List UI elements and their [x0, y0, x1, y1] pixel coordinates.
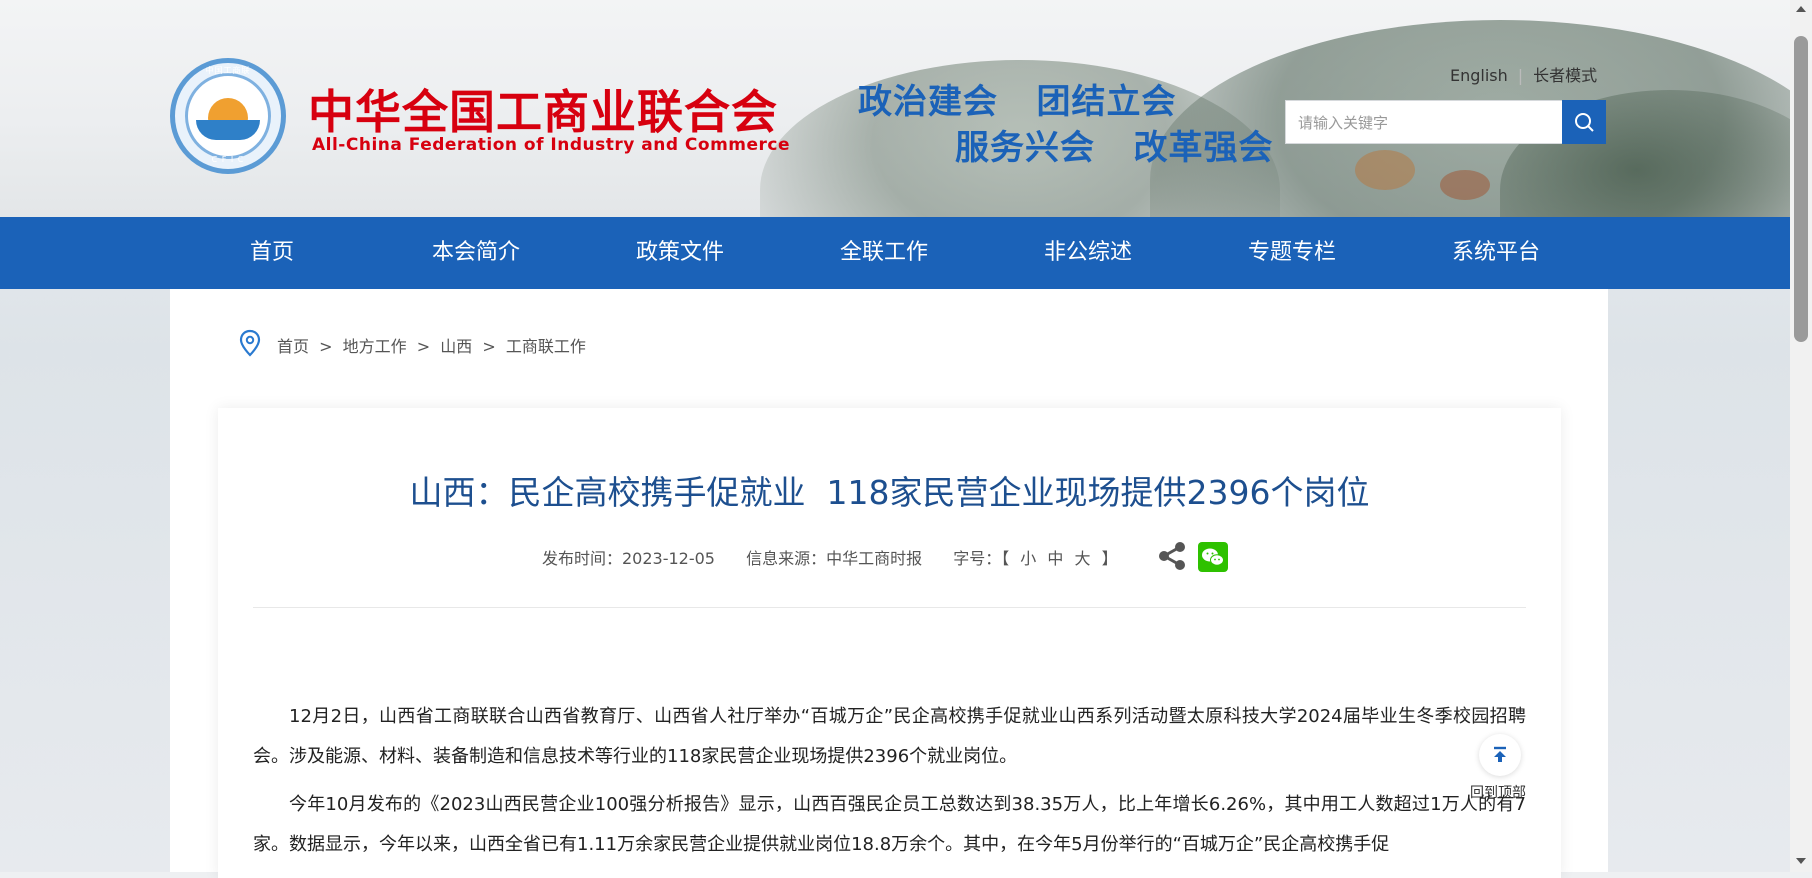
share-icon[interactable] [1156, 540, 1188, 572]
nav-item-home[interactable]: 首页 [250, 217, 294, 289]
nav-item-work[interactable]: 全联工作 [840, 217, 928, 289]
font-size-label: 字号： [953, 549, 1002, 568]
article-paragraph-1: 12月2日，山西省工商联联合山西省教育厅、山西省人社厅举办“百城万企”民企高校携… [253, 706, 1526, 767]
scroll-up-arrow-icon[interactable] [1796, 6, 1806, 12]
breadcrumb-home[interactable]: 首页 [277, 337, 309, 356]
search-input[interactable]: 请输入关键字 [1285, 100, 1563, 144]
breadcrumb-separator: > [482, 337, 496, 356]
breadcrumb-shanxi[interactable]: 山西 [440, 337, 472, 356]
title-divider [253, 607, 1526, 608]
font-size-switcher[interactable]: 【 小 中 大 】 [1001, 549, 1120, 568]
elderly-mode-link[interactable]: 长者模式 [1533, 66, 1597, 85]
nav-item-about[interactable]: 本会简介 [432, 217, 520, 289]
english-link[interactable]: English [1450, 66, 1508, 85]
article-meta: 发布时间：2023-12-05 信息来源：中华工商时报 字号：【 小 中 大 】 [542, 545, 1147, 569]
main-nav: 首页 本会简介 政策文件 全联工作 非公综述 专题专栏 系统平台 [0, 217, 1790, 289]
book-icon [196, 120, 260, 140]
wechat-share-icon[interactable] [1198, 542, 1228, 572]
article-title: 山西：民企高校携手促就业 118家民营企业现场提供2396个岗位 [409, 473, 1370, 512]
logo-title-cn[interactable]: 中华全国工商业联合会 [308, 76, 778, 142]
link-divider: | [1517, 66, 1524, 85]
arrow-up-icon [1494, 746, 1506, 762]
breadcrumb-separator: > [319, 337, 333, 356]
logo-title-en[interactable]: All-China Federation of Industry and Com… [312, 135, 790, 155]
breadcrumb: 首页 > 地方工作 > 山西 > 工商联工作 [277, 333, 586, 357]
emblem-inner [185, 73, 271, 159]
slogan-line-2: 服务兴会 改革强会 [955, 128, 1274, 168]
nav-item-policy[interactable]: 政策文件 [636, 217, 724, 289]
back-to-top-label[interactable]: 回到顶部 [1470, 782, 1526, 802]
nav-item-platform[interactable]: 系统平台 [1452, 217, 1540, 289]
slogan-line-1: 政治建会 团结立会 [858, 82, 1177, 122]
emblem-ring-text-top: 中国工商联 [205, 66, 251, 75]
breadcrumb-local-work[interactable]: 地方工作 [343, 337, 407, 356]
foliage-decoration [1440, 170, 1490, 200]
nav-item-topics[interactable]: 专题专栏 [1248, 217, 1336, 289]
foliage-decoration [1355, 150, 1415, 190]
breadcrumb-acfic-work[interactable]: 工商联工作 [506, 337, 586, 356]
scrollbar-thumb[interactable] [1794, 36, 1808, 342]
article-paragraph-2: 今年10月发布的《2023山西民营企业100强分析报告》显示，山西百强民企员工总… [253, 794, 1526, 855]
acfic-emblem-logo[interactable]: 中国工商联 C F I C [170, 58, 286, 174]
top-links: English | 长者模式 [1450, 62, 1597, 86]
search-button[interactable] [1562, 100, 1606, 144]
info-source: 信息来源：中华工商时报 [746, 549, 923, 568]
wechat-icon [1202, 548, 1224, 566]
scroll-down-arrow-icon[interactable] [1796, 858, 1806, 864]
breadcrumb-separator: > [416, 337, 431, 356]
nav-item-nonpublic[interactable]: 非公综述 [1044, 217, 1132, 289]
publish-date: 发布时间：2023-12-05 [542, 549, 715, 568]
search-icon [1575, 113, 1594, 132]
back-to-top-button[interactable] [1479, 734, 1521, 776]
emblem-ring-text-bottom: C F I C [211, 155, 245, 164]
location-pin-icon [239, 329, 261, 357]
